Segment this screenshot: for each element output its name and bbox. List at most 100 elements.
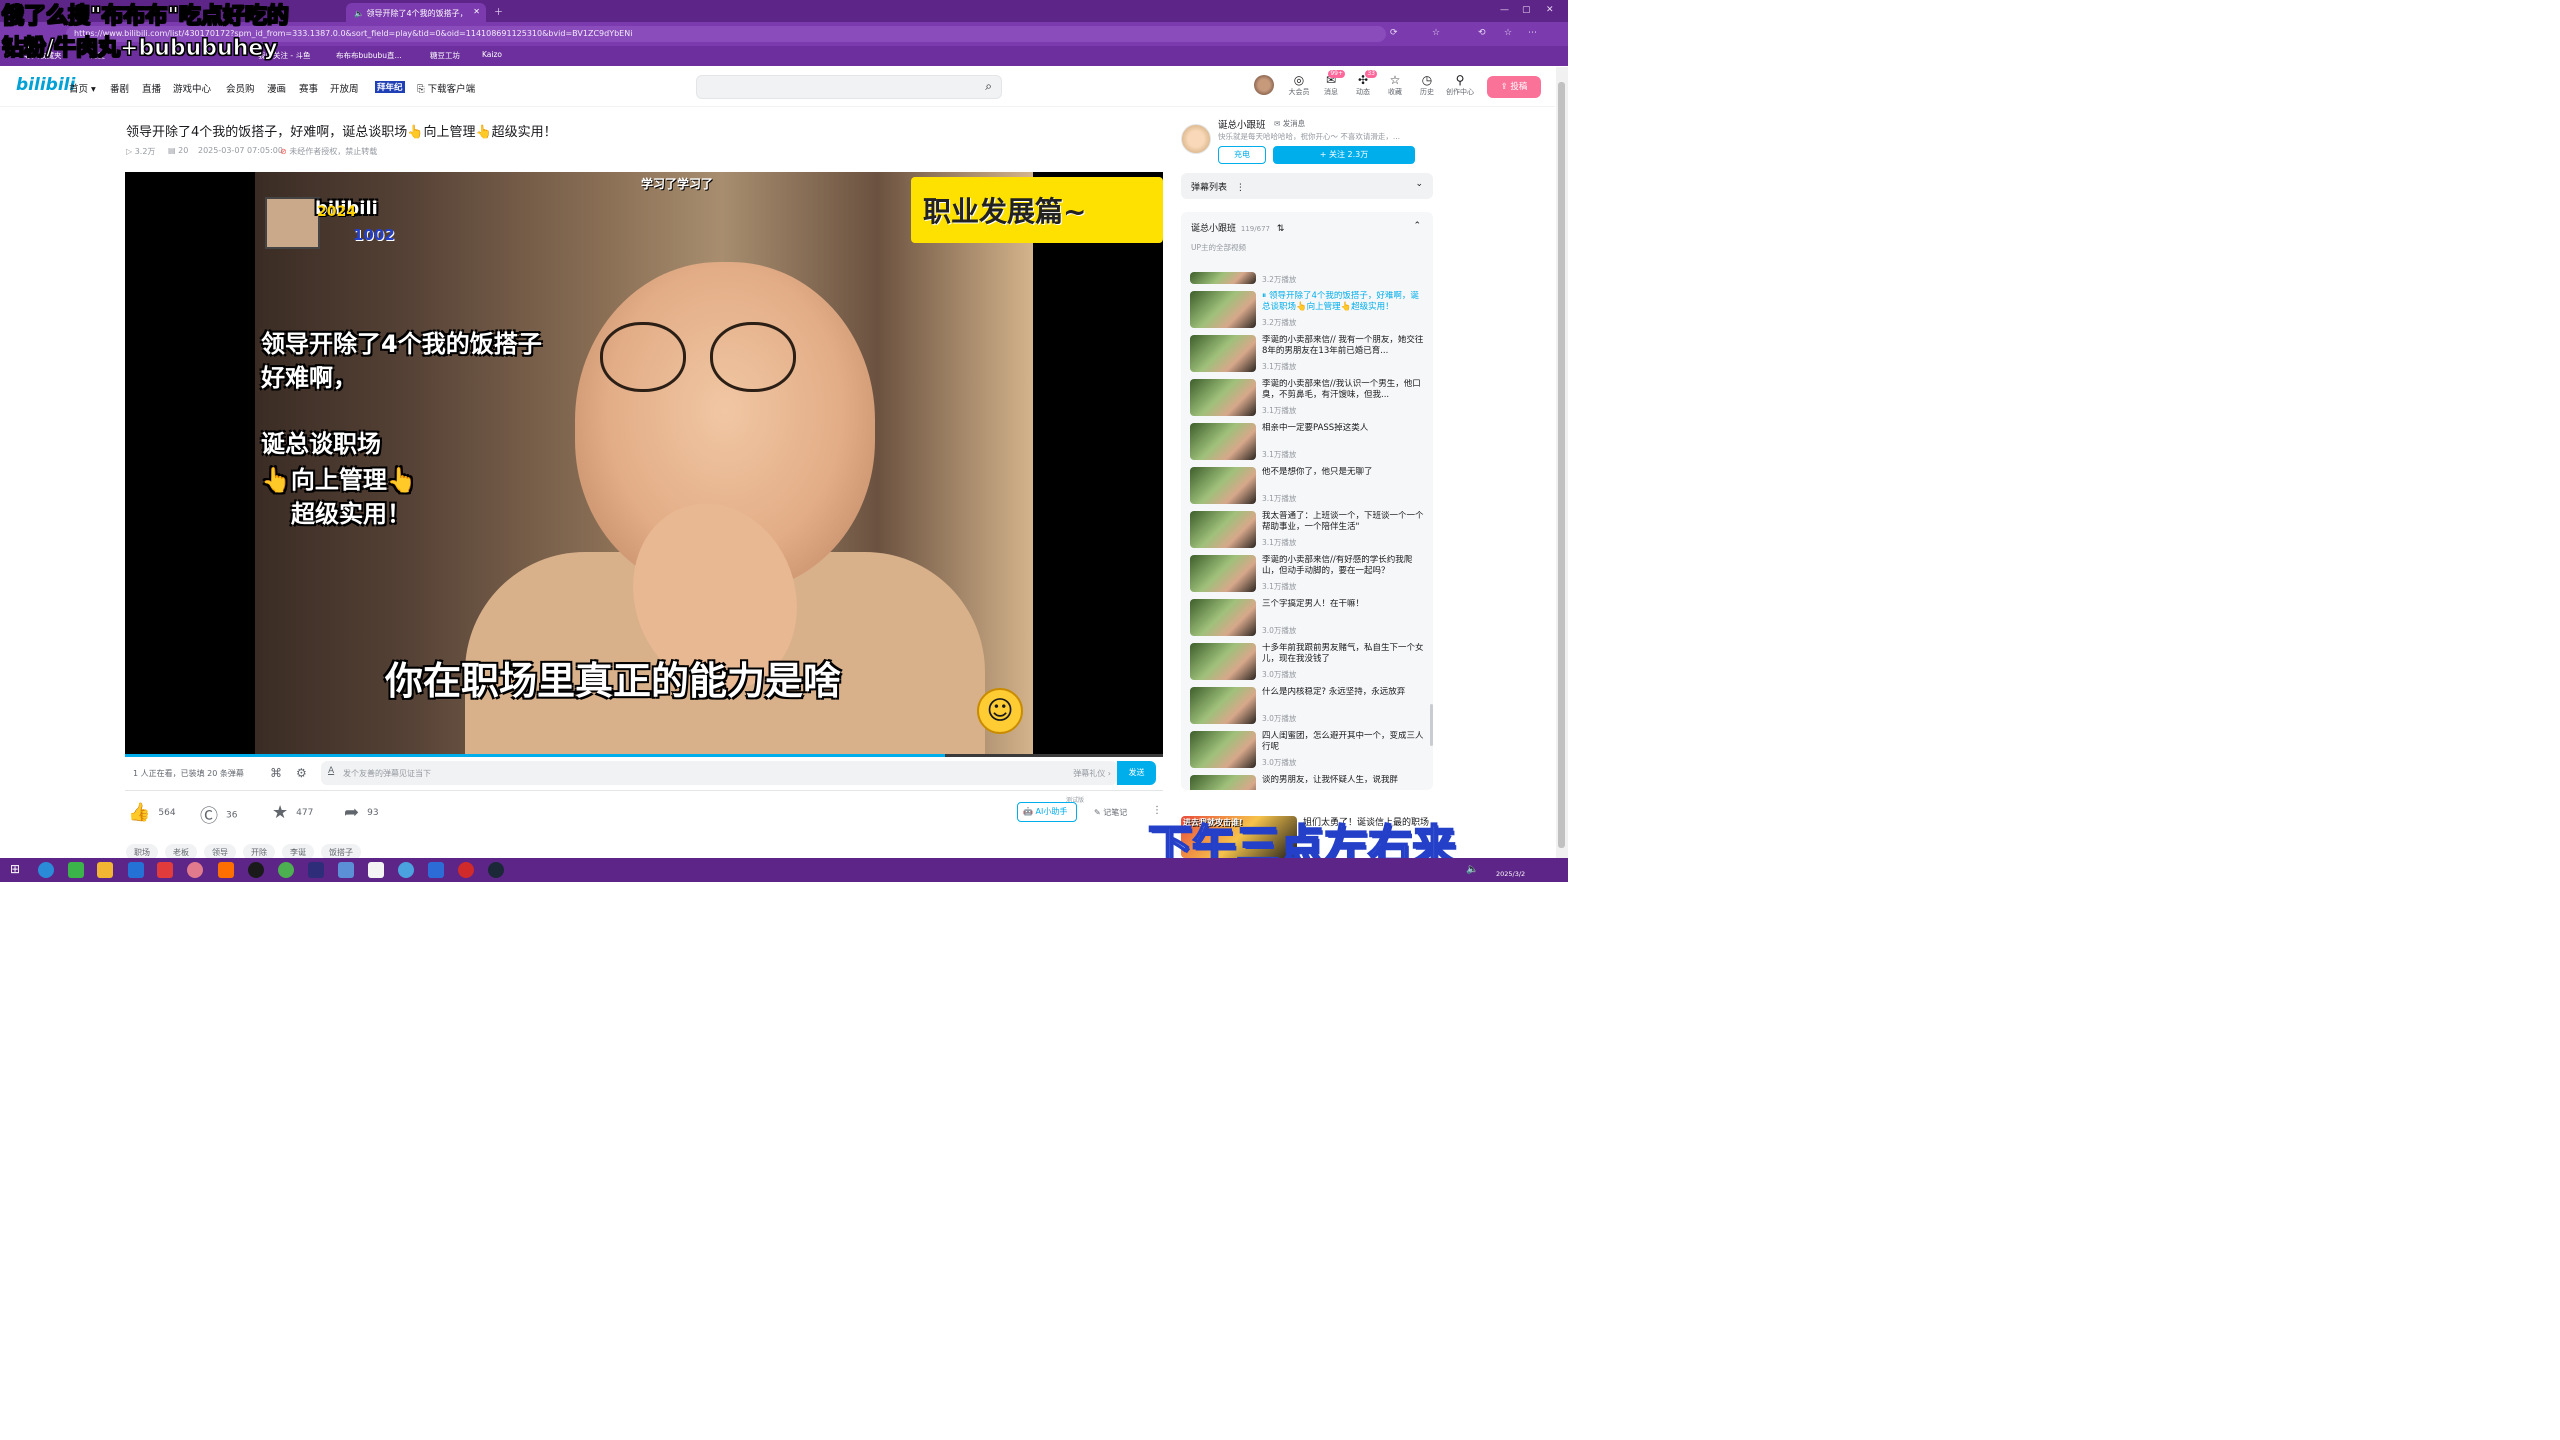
list-item[interactable]: 我太普通了：上班谈一个，下班谈一个一个帮助事业，一个陪伴生活" 3.1万播放	[1190, 511, 1426, 551]
app-icon[interactable]	[308, 862, 324, 878]
video-thumbnail	[1190, 599, 1256, 636]
nav-openweek[interactable]: 开放周	[330, 81, 359, 95]
chevron-down-icon[interactable]: ⌄	[1415, 179, 1423, 189]
user-avatar[interactable]	[1254, 75, 1274, 95]
windows-start-icon[interactable]: ⊞	[7, 862, 23, 878]
list-item[interactable]: 什么是内核稳定? 永远坚持，永远放弃 3.0万播放	[1190, 687, 1426, 727]
series-scrollbar[interactable]	[1430, 704, 1433, 746]
overlay-text-line2: 钻粉/牛肉丸+bububuhey	[2, 36, 279, 62]
danmaku-toggle-icon[interactable]: ⌘	[270, 766, 282, 780]
list-item[interactable]: 3.2万播放	[1190, 272, 1426, 286]
kuaishou-icon[interactable]	[157, 862, 173, 878]
sort-icon[interactable]: ⇅	[1277, 224, 1285, 234]
minimize-icon[interactable]: —	[1500, 5, 1509, 15]
header-dynamic[interactable]: ✣ 33 动态	[1349, 70, 1377, 97]
up-name[interactable]: 诞总小跟班	[1218, 117, 1266, 131]
list-item[interactable]: 谈的男朋友，让我怀疑人生，说我胖	[1190, 775, 1426, 790]
share-button[interactable]: ➦ 93	[344, 802, 379, 823]
list-item[interactable]: 李诞的小卖部来信//有好感的学长约我爬山，但动手动脚的，要在一起吗？ 3.1万播…	[1190, 555, 1426, 595]
app-icon[interactable]	[338, 862, 354, 878]
page-scrollbar[interactable]	[1558, 82, 1565, 848]
obs-icon[interactable]	[248, 862, 264, 878]
charge-button[interactable]: 充电	[1218, 146, 1266, 164]
folder-icon[interactable]	[97, 862, 113, 878]
video-thumbnail	[1190, 335, 1256, 372]
list-item[interactable]: 十多年前我跟前男友赌气，私自生下一个女儿，现在我没钱了 3.0万播放	[1190, 643, 1426, 683]
k-app-icon[interactable]	[128, 862, 144, 878]
nav-shop[interactable]: 会员购	[226, 81, 255, 95]
bookmark-bububu[interactable]: 布布布bububu直...	[336, 50, 402, 61]
bookmark-kaizo[interactable]: Kaizo	[482, 50, 502, 59]
header-history[interactable]: ◷ 历史	[1413, 74, 1441, 97]
close-window-icon[interactable]: ✕	[1546, 5, 1554, 15]
chevron-down-icon: ▾	[91, 84, 96, 95]
send-message-link[interactable]: ✉ 发消息	[1274, 118, 1305, 129]
collapse-icon[interactable]: ⌃	[1413, 221, 1421, 231]
nav-live[interactable]: 直播	[142, 81, 161, 95]
header-message[interactable]: ✉ 99+ 消息	[1317, 70, 1345, 97]
danmaku-settings-icon[interactable]: ⚙	[296, 766, 307, 780]
item-title: 他不是想你了，他只是无聊了	[1262, 467, 1373, 477]
font-style-icon[interactable]: A	[328, 766, 334, 776]
nav-manga[interactable]: 漫画	[267, 81, 286, 95]
upload-button[interactable]: ⇪ 投稿	[1487, 76, 1541, 98]
bookmark-star-icon[interactable]: ☆	[1432, 28, 1440, 38]
send-danmaku-button[interactable]: 发送	[1117, 761, 1156, 785]
nav-anime[interactable]: 番剧	[110, 81, 129, 95]
video-player[interactable]: bilibili 2024 1002 学习了学习了 职业发展篇~ 领导开除了4个…	[125, 172, 1163, 757]
more-vertical-icon[interactable]: ⋮	[1236, 183, 1245, 193]
bookmark-tangdou[interactable]: 糖豆工坊	[430, 50, 460, 61]
refresh-icon[interactable]: ⟲	[1478, 28, 1486, 38]
chrome-icon[interactable]	[278, 862, 294, 878]
maximize-icon[interactable]: ▢	[1522, 5, 1531, 15]
app-icon[interactable]	[187, 862, 203, 878]
translate-icon[interactable]: ⟳	[1390, 28, 1398, 38]
browser-tab-active[interactable]: 🔈 领导开除了4个我的饭搭子， ✕	[346, 3, 486, 22]
list-item[interactable]: 相亲中一定要PASS掉这类人 3.1万播放	[1190, 423, 1426, 463]
follow-button[interactable]: + 关注 2.3万	[1273, 146, 1415, 164]
item-plays: 3.1万播放	[1262, 538, 1297, 547]
danmaku-etiquette-link[interactable]: 弹幕礼仪 ›	[1073, 768, 1111, 779]
nav-games[interactable]: 游戏中心	[173, 81, 211, 95]
new-tab-icon[interactable]: ＋	[494, 5, 503, 18]
header-favorites[interactable]: ☆ 收藏	[1381, 74, 1409, 97]
take-note-button[interactable]: ✎ 记笔记	[1094, 807, 1127, 818]
video-title: 领导开除了4个我的饭搭子，好难啊，诞总谈职场👆向上管理👆超级实用！	[126, 125, 557, 140]
list-item[interactable]: 李诞的小卖部来信// 我有一个朋友，她交往8年的男朋友在13年前已婚已育... …	[1190, 335, 1426, 375]
nav-esports[interactable]: 赛事	[299, 81, 318, 95]
app-icon[interactable]	[398, 862, 414, 878]
nav-home[interactable]: 首页 ▾	[69, 81, 96, 95]
search-icon[interactable]: ⌕	[985, 79, 992, 94]
bilibili-logo[interactable]: bilibili	[16, 75, 75, 95]
favorite-button[interactable]: ★ 477	[272, 802, 313, 823]
item-plays: 3.0万播放	[1262, 670, 1297, 679]
menu-dots-icon[interactable]: ⋯	[1528, 28, 1537, 38]
app-icon[interactable]	[458, 862, 474, 878]
header-vip[interactable]: ◎ 大会员	[1285, 74, 1313, 97]
list-item-current[interactable]: ⏸ 领导开除了4个我的饭搭子，好难啊，诞总谈职场👆向上管理👆超级实用！ 3.2万…	[1190, 291, 1426, 331]
list-item[interactable]: 四人闺蜜团，怎么避开其中一个，变成三人行呢 3.0万播放	[1190, 731, 1426, 771]
favorites-icon[interactable]: ☆	[1504, 28, 1512, 38]
list-item[interactable]: 李诞的小卖部来信//我认识一个男生，他口臭，不剪鼻毛，有汗馊味，但我... 3.…	[1190, 379, 1426, 419]
app-icon[interactable]	[428, 862, 444, 878]
app-icon[interactable]	[68, 862, 84, 878]
file-icon[interactable]	[368, 862, 384, 878]
steam-icon[interactable]	[488, 862, 504, 878]
close-tab-icon[interactable]: ✕	[473, 7, 480, 16]
header-creator[interactable]: ⚲ 创作中心	[1444, 74, 1476, 97]
app-icon[interactable]	[218, 862, 234, 878]
edge-icon[interactable]	[38, 862, 54, 878]
series-header: 诞总小跟班 119/677 ⇅	[1191, 224, 1285, 234]
up-avatar[interactable]	[1181, 124, 1211, 154]
nav-festival[interactable]: 拜年纪	[375, 81, 405, 93]
danmaku-input[interactable]: A 发个友善的弹幕见证当下 弹幕礼仪 ›	[321, 761, 1117, 785]
danmaku-list-header[interactable]: 弹幕列表 ⋮ ⌄	[1181, 173, 1433, 199]
like-button[interactable]: 👍 564	[128, 802, 176, 823]
volume-icon[interactable]: 🔈	[1466, 864, 1478, 875]
list-item[interactable]: 三个字搞定男人！在干嘛！ 3.0万播放	[1190, 599, 1426, 639]
ai-assistant-button[interactable]: 🤖 AI小助手	[1017, 802, 1077, 822]
nav-download[interactable]: ⎘ 下载客户端	[417, 81, 475, 95]
coin-button[interactable]: Ⓒ 36	[200, 802, 237, 828]
search-input[interactable]: ⌕	[696, 75, 1002, 99]
list-item[interactable]: 他不是想你了，他只是无聊了 3.1万播放	[1190, 467, 1426, 507]
